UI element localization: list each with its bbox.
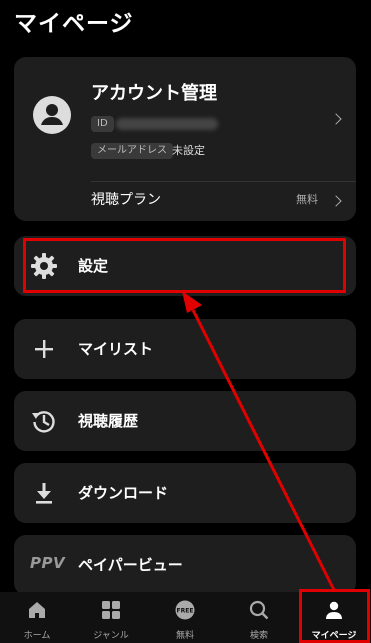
tab-home-label: ホーム [23,631,51,641]
tab-free[interactable]: FREE 無料 [148,592,222,643]
account-card[interactable]: アカウント管理 ID メールアドレス 未設定 視聴プラン 無料 [14,57,356,221]
plan-label[interactable]: 視聴プラン [91,190,161,210]
mail-status: 未設定 [172,144,205,157]
plan-value: 無料 [296,193,318,206]
mail-badge: メールアドレス [91,143,173,159]
ppv-row[interactable]: PPV ペイパービュー [14,535,356,595]
chevron-right-icon[interactable] [330,195,342,207]
home-icon [29,602,45,618]
download-label: ダウンロード [78,484,169,502]
download-row[interactable]: ダウンロード [14,463,356,523]
plus-icon [35,340,53,358]
chevron-right-icon [330,113,342,125]
settings-highlight-box [23,238,346,293]
id-value-redacted [116,118,218,130]
svg-text:FREE: FREE [177,608,194,615]
history-icon [32,411,55,433]
tab-search[interactable]: 検索 [222,592,296,643]
tab-genre[interactable]: ジャンル [74,592,148,643]
mylist-row[interactable]: マイリスト [14,319,356,379]
account-title: アカウント管理 [91,83,217,104]
tab-home[interactable]: ホーム [0,592,74,643]
history-row[interactable]: 視聴履歴 [14,391,356,451]
divider [91,181,356,182]
ppv-label: ペイパービュー [78,556,183,574]
mylist-label: マイリスト [78,340,154,358]
page-title: マイページ [14,11,134,37]
history-label: 視聴履歴 [78,412,139,430]
free-badge-icon: FREE [175,600,195,620]
ppv-icon: PPV [30,554,66,572]
grid-icon [102,601,120,619]
tab-genre-label: ジャンル [93,631,129,641]
id-badge: ID [91,116,114,132]
avatar-icon [33,96,71,134]
tab-search-label: 検索 [249,631,268,641]
tab-free-label: 無料 [175,631,194,641]
search-icon [249,600,269,620]
download-icon [36,483,52,504]
mypage-highlight-box [299,589,370,643]
